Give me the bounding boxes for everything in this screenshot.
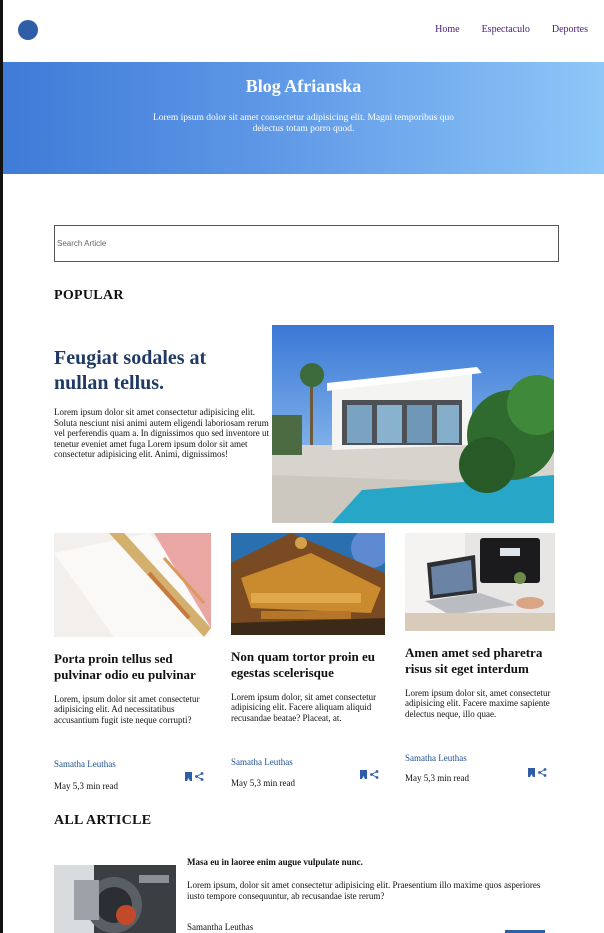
card-author[interactable]: Samatha Leuthas <box>231 757 293 767</box>
search-input[interactable] <box>55 226 558 261</box>
card-author[interactable]: Samatha Leuthas <box>405 753 467 763</box>
hero-banner: Blog Afrianska Lorem ipsum dolor sit ame… <box>3 62 604 174</box>
article-thumbnail[interactable] <box>54 865 176 933</box>
card-text: Lorem ipsum dolor, sit amet consectetur … <box>231 691 377 724</box>
card-text: Lorem, ipsum dolor sit amet consectetur … <box>54 693 200 726</box>
nav-links: Home Espectaculo Deportes <box>435 24 588 35</box>
card-date: May 5,3 min read <box>405 773 469 783</box>
featured-text: Lorem ipsum dolor sit amet consectetur a… <box>54 407 269 460</box>
share-icon[interactable] <box>370 766 379 784</box>
card-actions <box>185 768 204 786</box>
nav-link-deportes[interactable]: Deportes <box>552 24 588 35</box>
card-date: May 5,3 min read <box>231 778 295 788</box>
search-box <box>54 225 559 262</box>
card-author[interactable]: Samatha Leuthas <box>54 759 116 769</box>
card-actions <box>528 764 547 782</box>
card-image <box>231 533 385 635</box>
bookmark-icon[interactable] <box>360 766 367 784</box>
laptop-desk-photo <box>405 533 555 631</box>
modern-house-photo <box>272 325 554 523</box>
article-card[interactable]: Non quam tortor proin eu egestas sceleri… <box>231 533 385 788</box>
card-actions <box>360 766 379 784</box>
card-title[interactable]: Non quam tortor proin eu egestas sceleri… <box>231 649 385 682</box>
temple-roof-photo <box>231 533 385 635</box>
all-article-heading: ALL ARTICLE <box>54 813 152 828</box>
card-title[interactable]: Porta proin tellus sed pulvinar odio eu … <box>54 651 211 684</box>
card-title[interactable]: Amen amet sed pharetra risus sit eget in… <box>405 645 555 678</box>
logo[interactable] <box>18 20 38 40</box>
article-card[interactable]: Amen amet sed pharetra risus sit eget in… <box>405 533 555 783</box>
share-icon[interactable] <box>538 764 547 782</box>
article-text: Lorem ipsum, dolor sit amet consectetur … <box>187 880 541 901</box>
nav-link-home[interactable]: Home <box>435 24 459 35</box>
hero-title: Blog Afrianska <box>245 76 362 96</box>
share-icon[interactable] <box>195 768 204 786</box>
card-image <box>54 533 211 637</box>
bookmark-icon[interactable] <box>528 764 535 782</box>
bookmark-icon[interactable] <box>185 768 192 786</box>
article-author[interactable]: Samantha Leuthas <box>187 922 253 932</box>
mechanical-parts-photo <box>54 865 176 933</box>
featured-image[interactable] <box>272 325 554 523</box>
card-date: May 5,3 min read <box>54 781 118 791</box>
pens-notebook-photo <box>54 533 211 637</box>
card-image <box>405 533 555 631</box>
article-title[interactable]: Masa eu in laoree enim augue vulpulate n… <box>187 857 363 867</box>
nav-link-espectaculo[interactable]: Espectaculo <box>482 24 530 35</box>
hero-subtitle: Lorem ipsum dolor sit amet consectetur a… <box>152 113 455 135</box>
top-nav: Home Espectaculo Deportes <box>0 0 604 62</box>
article-card[interactable]: Porta proin tellus sed pulvinar odio eu … <box>54 533 211 791</box>
featured-title[interactable]: Feugiat sodales at nullan tellus. <box>54 346 264 396</box>
popular-heading: POPULAR <box>54 288 124 303</box>
card-text: Lorem ipsum dolor sit, amet consectetur … <box>405 687 551 720</box>
